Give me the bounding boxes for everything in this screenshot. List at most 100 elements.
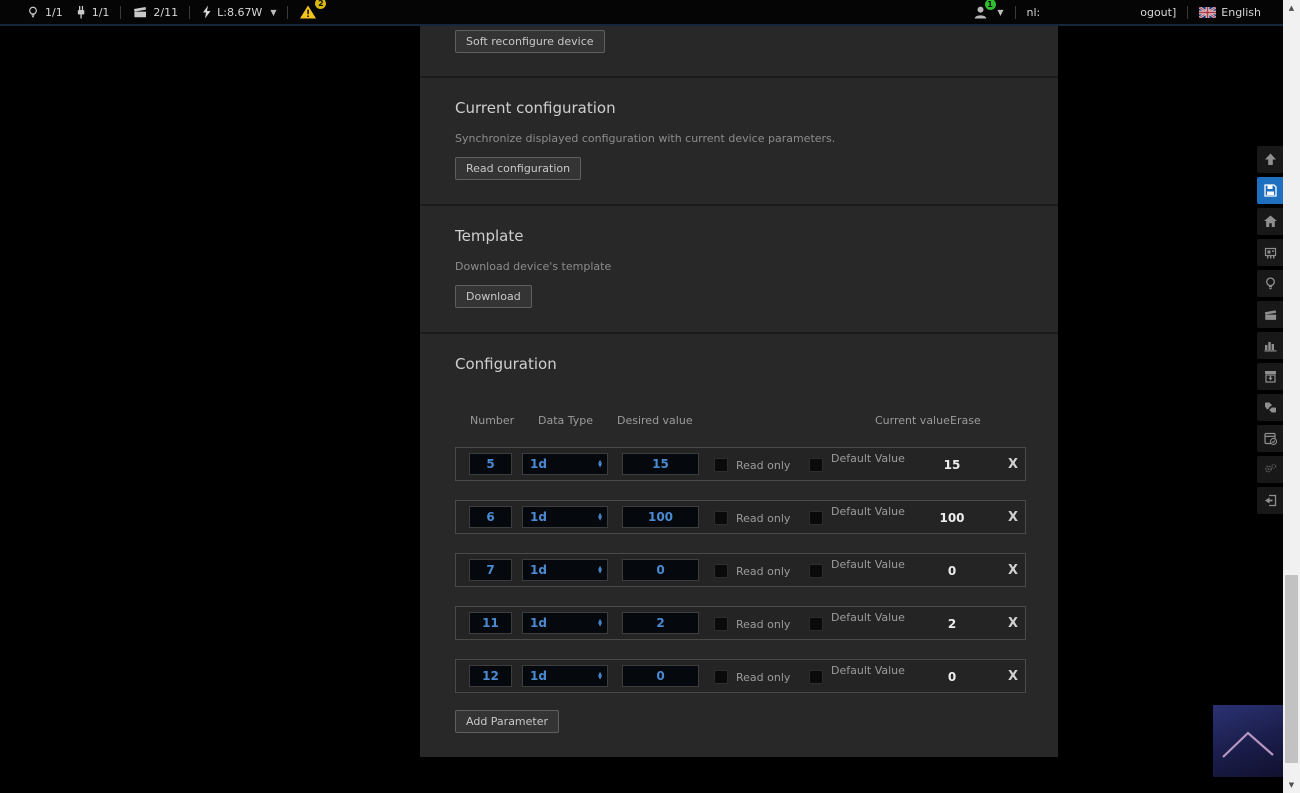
read-configuration-button[interactable]: Read configuration [455, 157, 581, 180]
data-type-value: 1d [523, 457, 598, 471]
default-value-checkbox[interactable] [809, 617, 823, 631]
desired-value-input[interactable] [622, 453, 699, 475]
read-only-checkbox[interactable] [714, 511, 728, 525]
logout-button[interactable] [1257, 487, 1284, 514]
scrollbar-thumb[interactable] [1285, 575, 1298, 763]
read-only-checkbox[interactable] [714, 564, 728, 578]
read-only-checkbox[interactable] [714, 458, 728, 472]
read-only-label: Read only [736, 565, 790, 578]
warnings-indicator[interactable]: 2 [299, 4, 317, 20]
soft-reconfigure-button[interactable]: Soft reconfigure device [455, 30, 605, 53]
user-menu[interactable]: 1 ▼ [973, 5, 1003, 20]
lightbulb-icon [1263, 276, 1278, 291]
warning-icon [299, 4, 317, 20]
erase-button[interactable]: X [1002, 616, 1024, 631]
scroll-top-button[interactable] [1257, 146, 1284, 173]
logout-link[interactable]: ogout] [1140, 6, 1176, 19]
save-button[interactable] [1257, 177, 1284, 204]
scrollbar-down-arrow[interactable]: ▼ [1283, 777, 1300, 793]
default-value-checkbox[interactable] [809, 670, 823, 684]
default-value-checkbox[interactable] [809, 458, 823, 472]
default-value-label: Default Value [831, 505, 905, 518]
desired-value-input[interactable] [622, 612, 699, 634]
erase-button[interactable]: X [1002, 563, 1024, 578]
parameter-row: 1d ▲▼ Read only Default Value 2 X [455, 606, 1026, 640]
default-value-label: Default Value [831, 452, 905, 465]
data-type-select[interactable]: 1d ▲▼ [522, 506, 608, 528]
user-count-badge: 1 [985, 0, 996, 10]
load-power-dropdown[interactable]: L:8.67W ▼ [201, 5, 276, 19]
configuration-title: Configuration [455, 355, 557, 373]
default-value-checkbox[interactable] [809, 564, 823, 578]
chevron-down-icon: ▼ [270, 8, 276, 17]
parameter-number-input[interactable] [469, 612, 512, 634]
header-current-value: Current value [875, 414, 950, 427]
divider [1187, 6, 1188, 19]
floppy-disk-icon [1263, 183, 1278, 198]
current-value: 0 [922, 564, 982, 578]
select-spinner-icon: ▲▼ [598, 513, 607, 521]
header-number: Number [470, 414, 514, 427]
warning-count-badge: 2 [315, 0, 326, 9]
power-ratio: 1/1 [92, 6, 110, 19]
parameter-row: 1d ▲▼ Read only Default Value 100 X [455, 500, 1026, 534]
read-only-label: Read only [736, 618, 790, 631]
brand-logo[interactable] [1213, 705, 1283, 777]
divider [287, 6, 288, 19]
uk-flag-icon [1199, 7, 1216, 18]
select-spinner-icon: ▲▼ [598, 566, 607, 574]
read-only-checkbox[interactable] [714, 670, 728, 684]
current-value: 15 [922, 458, 982, 472]
schedule-button[interactable] [1257, 425, 1284, 452]
default-value-checkbox[interactable] [809, 511, 823, 525]
select-spinner-icon: ▲▼ [598, 672, 607, 680]
settings-button[interactable] [1257, 456, 1284, 483]
data-type-value: 1d [523, 616, 598, 630]
lights-button[interactable] [1257, 270, 1284, 297]
read-only-checkbox[interactable] [714, 617, 728, 631]
language-selector[interactable]: English [1199, 6, 1261, 19]
erase-button[interactable]: X [1002, 457, 1024, 472]
top-status-bar: 1/1 1/1 2/11 L:8.67W ▼ 2 1 ▼ nl: [0, 0, 1283, 24]
desired-value-input[interactable] [622, 559, 699, 581]
plc-device-icon [1263, 245, 1278, 260]
default-value-label: Default Value [831, 611, 905, 624]
erase-button[interactable]: X [1002, 669, 1024, 684]
download-template-button[interactable]: Download [455, 285, 532, 308]
scenes-button[interactable] [1257, 301, 1284, 328]
parameter-number-input[interactable] [469, 559, 512, 581]
exit-icon [1263, 493, 1278, 508]
home-button[interactable] [1257, 208, 1284, 235]
plugins-button[interactable] [1257, 394, 1284, 421]
read-only-label: Read only [736, 671, 790, 684]
peak-chevron-icon [1213, 705, 1283, 777]
desired-value-input[interactable] [622, 506, 699, 528]
data-type-select[interactable]: 1d ▲▼ [522, 665, 608, 687]
arrow-up-icon [1263, 152, 1278, 167]
data-type-select[interactable]: 1d ▲▼ [522, 453, 608, 475]
header-desired-value: Desired value [617, 414, 693, 427]
erase-button[interactable]: X [1002, 510, 1024, 525]
section-divider [420, 204, 1058, 206]
scrollbar-up-arrow[interactable]: ▲ [1283, 0, 1300, 16]
plug-icon [75, 5, 87, 20]
puzzle-icon [1263, 400, 1278, 415]
data-type-select[interactable]: 1d ▲▼ [522, 612, 608, 634]
scenes-ratio: 2/11 [153, 6, 178, 19]
clapperboard-icon [132, 5, 148, 19]
devices-button[interactable] [1257, 239, 1284, 266]
data-type-value: 1d [523, 669, 598, 683]
add-parameter-button[interactable]: Add Parameter [455, 710, 559, 733]
lights-status: 1/1 [26, 5, 63, 20]
default-value-label: Default Value [831, 558, 905, 571]
desired-value-input[interactable] [622, 665, 699, 687]
current-value: 0 [922, 670, 982, 684]
data-type-value: 1d [523, 563, 598, 577]
parameter-number-input[interactable] [469, 453, 512, 475]
parameter-number-input[interactable] [469, 506, 512, 528]
archive-button[interactable] [1257, 363, 1284, 390]
statistics-button[interactable] [1257, 332, 1284, 359]
lightning-bolt-icon [201, 5, 212, 19]
data-type-select[interactable]: 1d ▲▼ [522, 559, 608, 581]
parameter-number-input[interactable] [469, 665, 512, 687]
